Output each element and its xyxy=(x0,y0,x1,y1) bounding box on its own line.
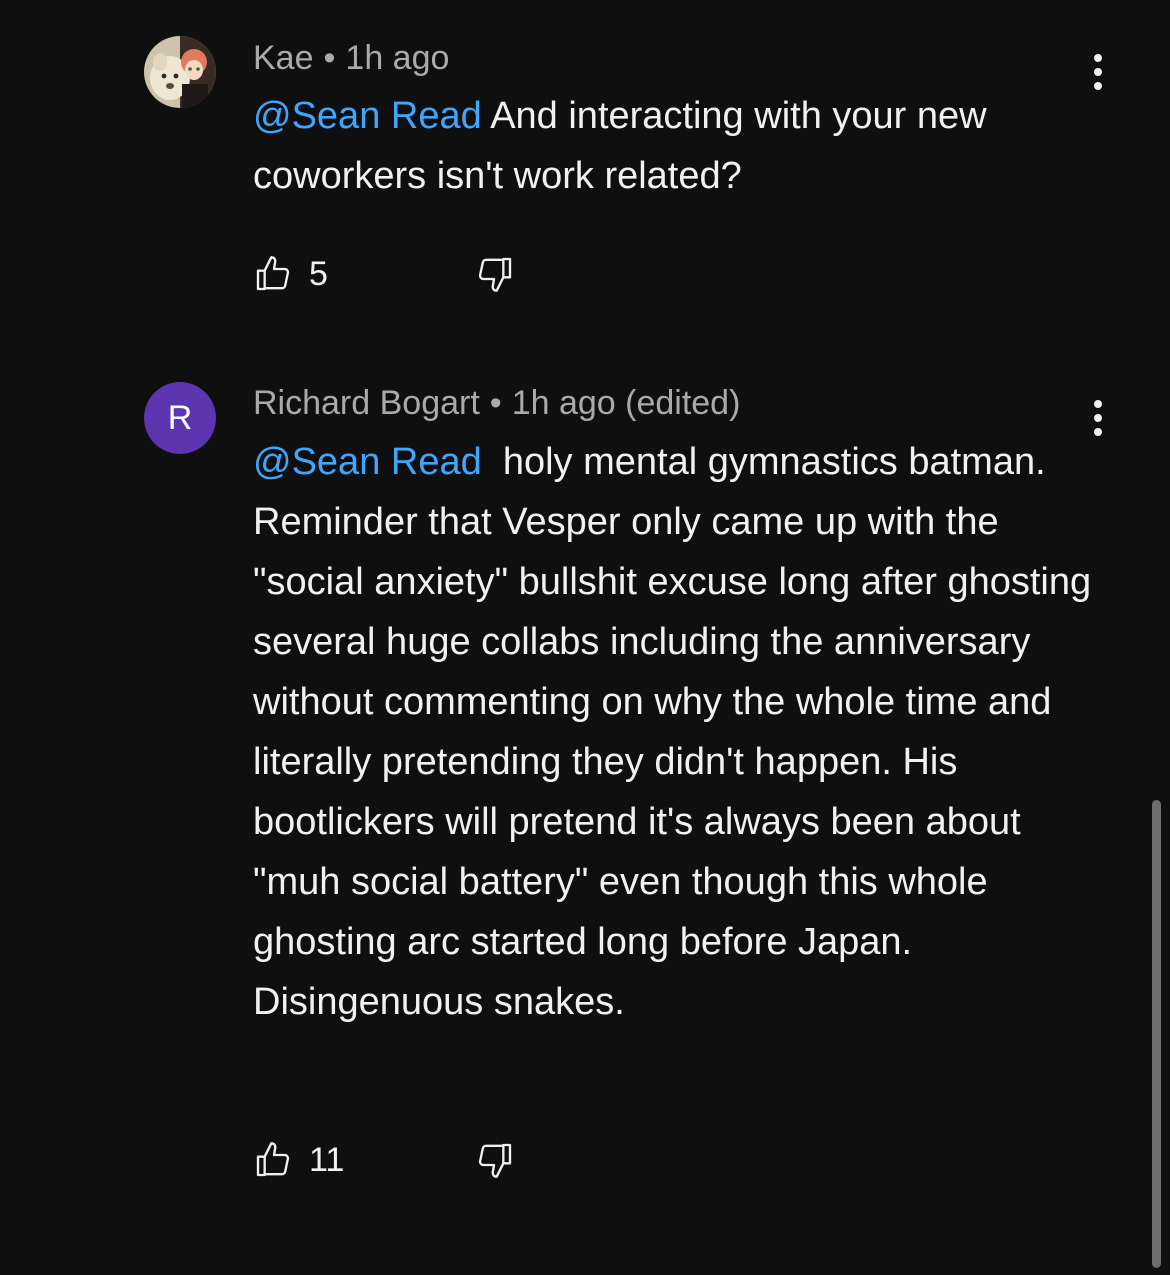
comment-actions: 11 xyxy=(253,1138,515,1182)
comment-meta: Richard Bogart • 1h ago (edited) xyxy=(253,383,740,423)
thumbs-up-icon xyxy=(256,256,290,291)
author-name[interactable]: Kae xyxy=(253,39,314,77)
more-vert-icon xyxy=(1094,54,1102,90)
comment-meta: Kae • 1h ago xyxy=(253,38,449,78)
comment-time: 1h ago xyxy=(345,39,450,77)
avatar-kae[interactable] xyxy=(144,36,216,108)
author-name[interactable]: Richard Bogart xyxy=(253,384,480,422)
like-button[interactable]: 11 xyxy=(253,1140,389,1180)
comment-time: 1h ago (edited) xyxy=(511,384,741,422)
mention-link[interactable]: @Sean Read xyxy=(253,441,482,483)
comment-text: @Sean Read And interacting with your new… xyxy=(253,86,1103,206)
meta-separator: • xyxy=(489,384,502,422)
more-options-button[interactable] xyxy=(1078,50,1118,94)
dislike-button[interactable] xyxy=(475,254,515,294)
more-options-button[interactable] xyxy=(1078,396,1118,440)
thumbs-up-icon xyxy=(256,1142,290,1177)
like-button[interactable]: 5 xyxy=(253,254,389,294)
like-count: 5 xyxy=(309,254,328,293)
mention-link[interactable]: @Sean Read xyxy=(253,95,482,137)
avatar-letter: R xyxy=(167,398,193,437)
meta-separator: • xyxy=(323,39,336,77)
comment-actions: 5 xyxy=(253,252,515,296)
like-count: 11 xyxy=(309,1140,345,1179)
scrollbar[interactable] xyxy=(1152,800,1161,1268)
dislike-button[interactable] xyxy=(475,1140,515,1180)
comment-text: @Sean Read holy mental gymnastics batman… xyxy=(253,432,1103,1032)
avatar-richard[interactable]: R xyxy=(144,382,216,454)
thumbs-down-icon xyxy=(478,1143,512,1178)
more-vert-icon xyxy=(1094,400,1102,436)
avatar-image-icon xyxy=(144,36,216,108)
comment-body: holy mental gymnastics batman. Reminder … xyxy=(253,441,1102,1023)
thumbs-down-icon xyxy=(478,257,512,292)
